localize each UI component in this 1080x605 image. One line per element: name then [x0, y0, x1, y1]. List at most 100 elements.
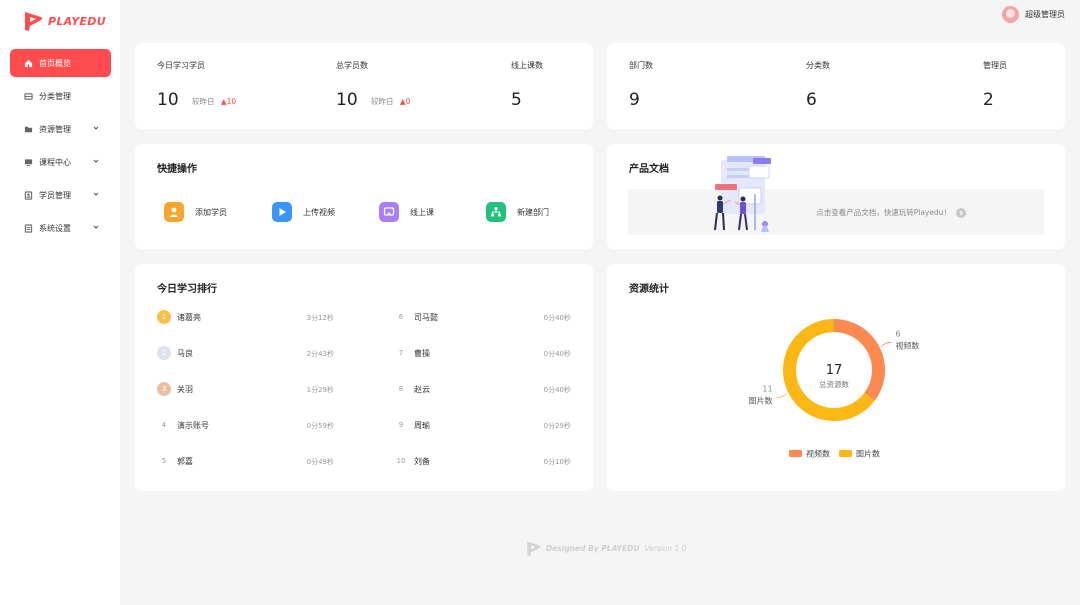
- bronze-medal-icon: 3: [157, 382, 171, 396]
- upload-video-icon: [272, 202, 292, 222]
- sidebar-item-label: 课程中心: [39, 157, 71, 167]
- docs-link[interactable]: 点击查看产品文档，快速玩转Playedu！: [816, 207, 966, 218]
- legend-swatch[interactable]: [839, 450, 852, 457]
- new-department-action[interactable]: 新建部门: [486, 202, 549, 222]
- table-row: 4 演示账号: [157, 418, 209, 432]
- ranking-title: 今日学习排行: [157, 284, 217, 295]
- slice-value-label: 6: [895, 329, 900, 338]
- sidebar-item-label: 系统设置: [39, 223, 71, 233]
- learn-time: 1分29秒: [306, 386, 334, 394]
- upload-video-action[interactable]: 上传视频: [272, 202, 335, 222]
- slice-category-label: 图片数: [749, 396, 773, 406]
- table-row: 3 关羽: [157, 382, 193, 396]
- arrow-right-icon: [956, 207, 966, 218]
- learn-time: 0分40秒: [543, 386, 571, 394]
- user-card-icon: [24, 190, 33, 200]
- user-name: 超级管理员: [1025, 10, 1065, 19]
- departments-label: 部门数: [629, 61, 653, 70]
- online-class-action[interactable]: 线上课: [379, 202, 434, 222]
- sidebar-item-label: 首页概览: [39, 58, 71, 68]
- rank-number: 4: [161, 421, 167, 429]
- docs-title: 产品文档: [629, 164, 669, 175]
- table-row: 6 司马懿: [394, 310, 438, 324]
- learner-name: 郭嘉: [177, 456, 193, 466]
- chevron-down-icon[interactable]: [93, 191, 99, 197]
- action-label: 线上课: [410, 207, 434, 217]
- quick-actions-title: 快捷操作: [157, 164, 197, 175]
- table-row: 9 周瑜: [394, 418, 430, 432]
- total-learners-compare: 较昨日 ▲0: [371, 96, 410, 107]
- org-stats-card: 部门数 9 分类数 6 管理员 2: [607, 43, 1065, 129]
- chevron-down-icon[interactable]: [93, 125, 99, 131]
- learn-time: 0分40秒: [543, 314, 571, 322]
- table-row: 5 郭嘉: [157, 454, 193, 468]
- folder-icon: [24, 126, 33, 132]
- admins-value: 2: [983, 90, 994, 110]
- donut-total-label: 总资源数: [819, 379, 849, 389]
- add-user-icon: [164, 202, 184, 222]
- learner-name: 刘备: [414, 456, 430, 466]
- learn-time: 0分49秒: [306, 458, 334, 466]
- playedu-logo-icon: [25, 12, 42, 31]
- table-row: 8 赵云: [394, 382, 430, 396]
- sidebar-item-category[interactable]: 分类管理: [10, 82, 111, 110]
- slice-value-label: 11: [762, 385, 772, 394]
- online-class-icon: [379, 202, 399, 222]
- logo[interactable]: PLAYEDU: [22, 10, 106, 32]
- logo-text: PLAYEDU: [48, 14, 106, 28]
- sidebar-item-learners[interactable]: 学员管理: [10, 181, 111, 209]
- legend-swatch[interactable]: [789, 450, 802, 457]
- online-courses-value: 5: [511, 90, 522, 110]
- compare-label: 较昨日: [192, 97, 215, 106]
- compare-label: 较昨日: [371, 97, 394, 106]
- new-department-icon: [486, 202, 506, 222]
- chevron-down-icon[interactable]: [93, 158, 99, 164]
- gold-medal-icon: 1: [157, 310, 171, 324]
- settings-icon: [24, 223, 33, 233]
- action-label: 添加学员: [195, 207, 227, 217]
- learn-time: 2分43秒: [306, 350, 334, 358]
- donut-total-value: 17: [826, 363, 843, 378]
- today-learners-value: 10: [157, 90, 179, 110]
- table-row: 7 曹操: [394, 346, 430, 360]
- rank-number: 6: [398, 313, 404, 321]
- add-learner-action[interactable]: 添加学员: [164, 202, 227, 222]
- rank-number: 9: [398, 421, 404, 429]
- sidebar-item-label: 分类管理: [39, 91, 71, 101]
- sidebar-item-settings[interactable]: 系统设置: [10, 214, 111, 242]
- sidebar-item-label: 学员管理: [39, 190, 71, 200]
- home-icon: [24, 59, 33, 67]
- quick-actions-card: 快捷操作 添加学员 上传视频 线上课 新建部门: [135, 144, 593, 249]
- leader-line: [776, 393, 787, 399]
- today-learners-compare: 较昨日 ▲10: [192, 96, 236, 107]
- slice-category-label: 视频数: [895, 340, 919, 350]
- table-row: 1 诸葛亮: [157, 310, 201, 324]
- avatar[interactable]: [1002, 6, 1019, 23]
- learn-time: 0分40秒: [543, 350, 571, 358]
- learner-name: 赵云: [414, 384, 430, 394]
- admins-label: 管理员: [983, 61, 1007, 70]
- footer-version: Version 1.0: [644, 544, 687, 553]
- rank-number: 8: [398, 385, 404, 393]
- action-label: 新建部门: [517, 207, 549, 217]
- resource-stats-card: 资源统计 6 视频数 11 图片数 17 总资源数 视频数 图片数: [607, 264, 1065, 491]
- learner-name: 马良: [177, 348, 193, 358]
- chevron-down-icon[interactable]: [93, 224, 99, 230]
- sidebar-item-resources[interactable]: 资源管理: [10, 115, 111, 143]
- footer: Designed By PLAYEDU Version 1.0: [525, 540, 686, 557]
- learner-name: 演示账号: [177, 420, 209, 430]
- legend-label[interactable]: 视频数: [806, 449, 830, 459]
- sidebar-item-home[interactable]: 首页概览: [10, 49, 111, 77]
- rank-number: 7: [398, 349, 404, 357]
- learner-name: 司马懿: [414, 312, 438, 322]
- compare-value: ▲10: [220, 97, 237, 106]
- ranking-card: 今日学习排行 1 诸葛亮 3分12秒 2 马良 2分43秒 3 关羽 1分29秒…: [135, 264, 593, 491]
- learn-time: 0分29秒: [543, 422, 571, 430]
- compare-value: ▲0: [399, 97, 411, 106]
- product-docs-card[interactable]: 产品文档 点击查看产品文档，快速玩转Playedu！: [607, 144, 1065, 249]
- user-menu[interactable]: 超级管理员: [1002, 6, 1065, 23]
- monitor-icon: [24, 158, 33, 166]
- sidebar-item-courses[interactable]: 课程中心: [10, 148, 111, 176]
- docs-link-text: 点击查看产品文档，快速玩转Playedu！: [816, 208, 951, 217]
- legend-label[interactable]: 图片数: [856, 449, 880, 459]
